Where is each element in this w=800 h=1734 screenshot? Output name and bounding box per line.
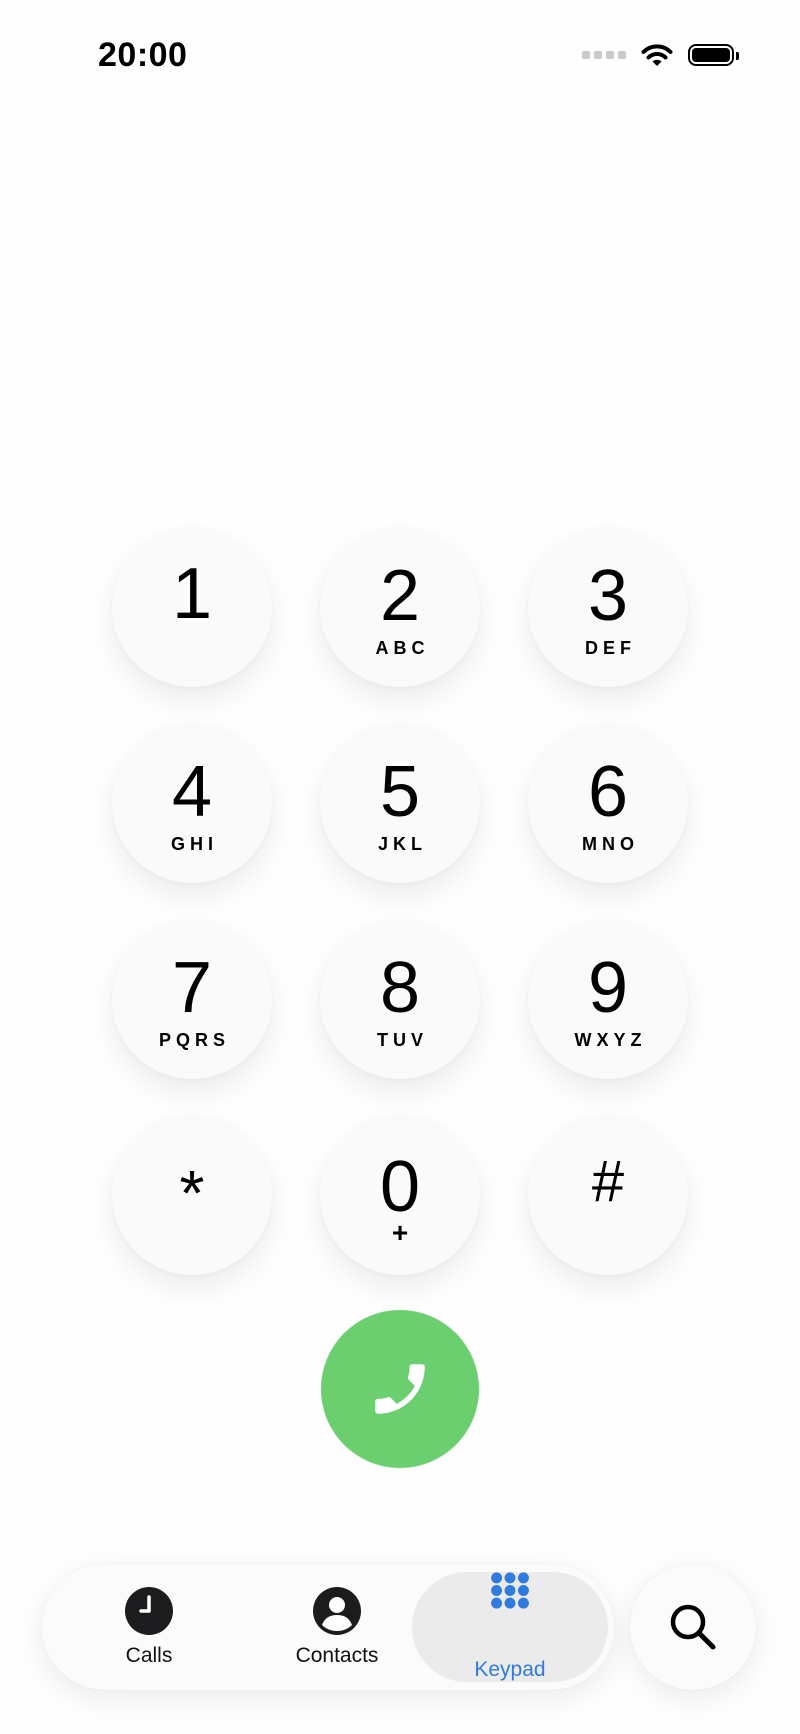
key-letters: MNO <box>582 834 639 854</box>
search-button[interactable] <box>630 1564 756 1690</box>
key-letters: + <box>391 1217 409 1248</box>
key-digit: * <box>179 1157 205 1229</box>
key-hash[interactable]: # <box>528 1115 688 1275</box>
clock-icon <box>125 1587 173 1635</box>
key-digit: 1 <box>171 554 213 634</box>
search-icon <box>670 1604 716 1650</box>
tab-keypad[interactable]: Keypad <box>412 1572 608 1682</box>
key-4[interactable]: 4 GHI <box>112 723 272 883</box>
status-icons <box>582 42 739 68</box>
tab-label: Calls <box>125 1644 173 1667</box>
tab-label: Contacts <box>295 1644 379 1667</box>
key-digit: 3 <box>587 556 629 636</box>
person-circle-icon <box>313 1587 361 1635</box>
key-letters <box>190 636 195 656</box>
key-letters: WXYZ <box>574 1030 647 1050</box>
key-letters: PQRS <box>158 1030 230 1050</box>
cellular-signal-icon <box>582 51 626 59</box>
key-letters: JKL <box>377 834 427 854</box>
key-letters: DEF <box>585 638 636 658</box>
tab-calls[interactable]: Calls <box>94 1572 204 1682</box>
key-letters <box>606 1217 611 1237</box>
tab-contacts[interactable]: Contacts <box>262 1572 412 1682</box>
bottom-tab-bar: Calls Contacts Keypad <box>42 1564 614 1690</box>
battery-full-icon <box>688 44 739 66</box>
key-digit: 7 <box>171 948 213 1028</box>
key-digit: 9 <box>587 948 629 1028</box>
key-0[interactable]: 0 + <box>320 1115 480 1275</box>
dial-keypad: 1 2 ABC 3 DEF 4 GHI 5 JKL 6 MNO 7 PQRS 8 <box>112 527 688 1275</box>
key-digit: 8 <box>379 948 421 1028</box>
phone-icon <box>375 1364 425 1414</box>
key-digit: 0 <box>379 1147 421 1227</box>
key-star[interactable]: * <box>112 1115 272 1275</box>
key-digit: 4 <box>171 752 213 832</box>
key-1[interactable]: 1 <box>112 527 272 687</box>
key-3[interactable]: 3 DEF <box>528 527 688 687</box>
key-8[interactable]: 8 TUV <box>320 919 480 1079</box>
wifi-icon <box>641 44 673 66</box>
key-letters: ABC <box>375 638 430 658</box>
key-letters: GHI <box>170 834 218 854</box>
key-digit: # <box>591 1149 625 1214</box>
phone-keypad-screen: 20:00 1 2 ABC 3 DEF 4 GHI 5 JKL 6 MNO 7 … <box>0 0 800 1734</box>
key-digit: 6 <box>587 752 629 832</box>
key-5[interactable]: 5 JKL <box>320 723 480 883</box>
key-7[interactable]: 7 PQRS <box>112 919 272 1079</box>
key-2[interactable]: 2 ABC <box>320 527 480 687</box>
key-6[interactable]: 6 MNO <box>528 723 688 883</box>
key-9[interactable]: 9 WXYZ <box>528 919 688 1079</box>
keypad-grid-icon <box>491 1572 529 1609</box>
key-digit: 5 <box>379 752 421 832</box>
key-letters <box>190 1231 195 1251</box>
status-time: 20:00 <box>98 36 188 74</box>
tab-label: Keypad <box>474 1658 546 1681</box>
call-button[interactable] <box>321 1310 479 1468</box>
key-digit: 2 <box>379 556 421 636</box>
key-letters: TUV <box>377 1030 428 1050</box>
